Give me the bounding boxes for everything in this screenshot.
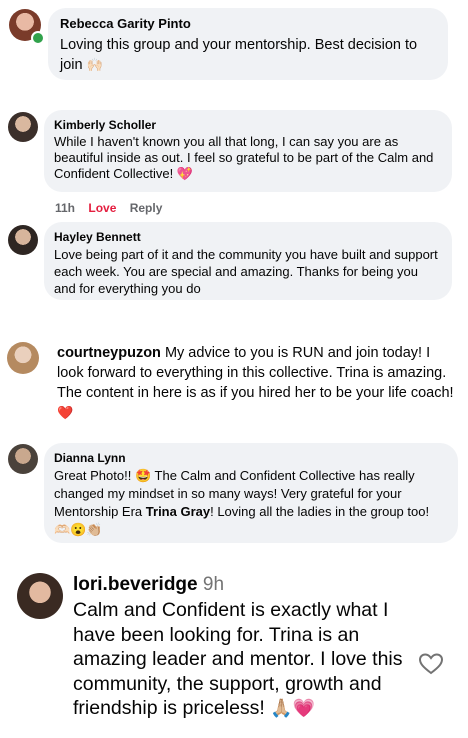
comment-text-content: While I haven't known you all that long,… [54,134,434,181]
avatar[interactable] [8,225,38,255]
avatar[interactable] [8,444,38,474]
love-reaction-button[interactable]: Love [88,201,116,215]
comment-bubble: Kimberly Scholler While I haven't known … [44,110,452,192]
comment-timestamp: 9h [202,574,225,595]
comment-text: While I haven't known you all that long,… [54,134,442,182]
comment-header: lori.beveridge 9h [73,573,413,597]
comment-bubble: Rebecca Garity Pinto Loving this group a… [48,8,448,80]
comment-text: Calm and Confident is exactly what I hav… [73,598,413,721]
emoji: ❤️ [57,405,74,420]
comment-timestamp: 11h [55,201,76,215]
comment-text: courtneypuzon My advice to you is RUN an… [57,343,455,423]
emoji: 💖 [176,166,194,181]
commenter-name[interactable]: Hayley Bennett [54,230,442,244]
comment-bubble: Hayley Bennett Love being part of it and… [44,222,452,300]
comment-text-content: Calm and Confident is exactly what I hav… [73,599,403,719]
heart-outline-icon[interactable] [418,653,444,675]
comment-text: Loving this group and your mentorship. B… [60,35,436,75]
avatar[interactable] [7,342,39,374]
commenter-name[interactable]: Kimberly Scholler [54,118,442,132]
commenter-name[interactable]: courtneypuzon [57,345,161,361]
commenter-name[interactable]: Rebecca Garity Pinto [60,16,436,31]
comment-block: lori.beveridge 9h Calm and Confident is … [73,573,413,721]
comment-text-content: Loving this group and your mentorship. B… [60,37,418,73]
emoji: 🙏🏼💗 [270,698,316,718]
comment-text: Love being part of it and the community … [54,247,438,296]
commenter-name[interactable]: Dianna Lynn [54,451,448,465]
comment-text: Great Photo!! 🤩 The Calm and Confident C… [54,467,448,539]
commenter-name[interactable]: lori.beveridge [73,574,198,595]
comment-meta: 11h Love Reply [55,201,162,215]
avatar[interactable] [8,112,38,142]
mention[interactable]: Trina Gray [146,504,210,519]
comment-text-part: Great Photo!! [54,468,132,483]
avatar[interactable] [17,573,63,619]
emoji: 🙌🏻 [86,57,103,72]
comment-bubble: Dianna Lynn Great Photo!! 🤩 The Calm and… [44,443,458,543]
emoji: 🤩 [134,468,152,483]
online-status-indicator [31,31,45,45]
reply-button[interactable]: Reply [130,201,163,215]
emoji: 🫶🏻😮👏🏼 [54,522,103,537]
comment-text-part: ! Loving all the ladies in the group too… [210,504,430,519]
